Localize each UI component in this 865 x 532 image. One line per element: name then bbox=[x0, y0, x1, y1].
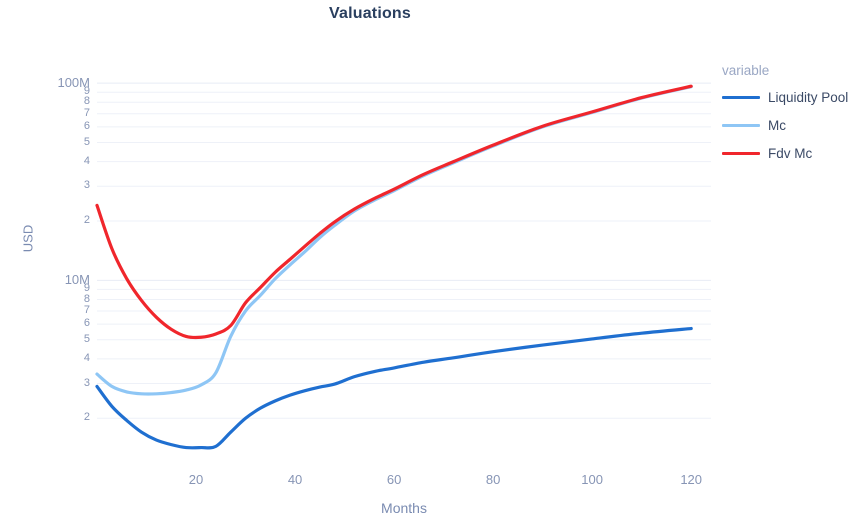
y-tick-label: 4 bbox=[83, 154, 90, 167]
y-tick-label: 7 bbox=[83, 106, 90, 119]
legend-item-label: Fdv Mc bbox=[768, 146, 813, 161]
y-tick-label: 7 bbox=[83, 303, 90, 316]
y-tick-label: 8 bbox=[83, 95, 90, 108]
y-tick-label: 5 bbox=[83, 332, 90, 345]
y-tick-label: 3 bbox=[83, 179, 90, 192]
y-tick-label: 5 bbox=[83, 135, 90, 148]
x-tick-label: 60 bbox=[386, 472, 402, 487]
legend-item-liquidity-pool[interactable]: Liquidity Pool bbox=[722, 90, 848, 105]
x-tick-label: 40 bbox=[287, 472, 303, 487]
legend-swatch-icon bbox=[722, 123, 760, 128]
x-tick-label: 120 bbox=[680, 472, 703, 487]
plot-area bbox=[95, 82, 711, 450]
legend-item-label: Liquidity Pool bbox=[768, 90, 849, 105]
y-tick-label: 8 bbox=[83, 292, 90, 305]
legend-item-fdv-mc[interactable]: Fdv Mc bbox=[722, 146, 812, 161]
x-tick-label: 80 bbox=[485, 472, 501, 487]
legend-swatch-icon bbox=[722, 95, 760, 100]
y-tick-label: 6 bbox=[83, 119, 90, 132]
y-tick-label: 2 bbox=[83, 411, 90, 424]
series-lines bbox=[95, 84, 693, 450]
legend-title: variable bbox=[722, 63, 770, 78]
legend-swatch-icon bbox=[722, 151, 760, 156]
series-line-liquidity-pool bbox=[95, 326, 693, 450]
y-tick-label: 4 bbox=[83, 351, 90, 364]
gridlines bbox=[97, 82, 711, 419]
y-tick-label: 2 bbox=[83, 214, 90, 227]
series-line-mc bbox=[95, 85, 693, 396]
y-tick-label: 6 bbox=[83, 317, 90, 330]
y-tick-label: 3 bbox=[83, 376, 90, 389]
x-tick-label: 20 bbox=[188, 472, 204, 487]
legend-item-label: Mc bbox=[768, 118, 786, 133]
valuations-chart: Valuations USD Months 100M 9 8 7 6 5 4 3 2 10M 9 8 7… bbox=[0, 0, 865, 532]
x-tick-label: 100 bbox=[581, 472, 603, 487]
legend-item-mc[interactable]: Mc bbox=[722, 118, 786, 133]
